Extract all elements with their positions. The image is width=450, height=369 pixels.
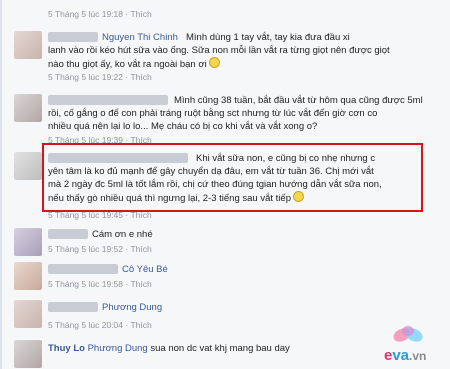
- avatar[interactable]: [14, 31, 42, 59]
- redacted-name: [48, 229, 88, 239]
- like-link[interactable]: Thích: [130, 9, 151, 19]
- comment-meta: 5 Tháng 5 lúc 20:04 · Thích: [48, 320, 152, 330]
- comment-body: Mình cũng 38 tuần, bắt đầu vắt từ hôm qu…: [48, 95, 423, 132]
- comment-date[interactable]: 5 Tháng 5 lúc 19:45: [48, 210, 123, 220]
- comment-date[interactable]: 5 Tháng 5 lúc 19:18: [48, 9, 123, 19]
- comment-meta: 5 Tháng 5 lúc 19:22 · Thích: [48, 72, 152, 82]
- eva-logo-text: eva.vn: [384, 347, 426, 364]
- like-link[interactable]: Thích: [130, 244, 151, 254]
- commenter-name[interactable]: Thuy Lo: [48, 343, 85, 354]
- comment-meta: 5 Tháng 5 lúc 19:52 · Thích: [48, 244, 152, 254]
- comment-date[interactable]: 5 Tháng 5 lúc 19:52: [48, 244, 123, 254]
- avatar[interactable]: [14, 300, 42, 328]
- avatar[interactable]: [14, 94, 42, 122]
- eva-flower-icon: [393, 326, 423, 342]
- commenter-name[interactable]: Phương Dung: [102, 302, 162, 313]
- comment-thread: 5 Tháng 5 lúc 19:18 · Thích Nguyen Thi C…: [0, 0, 450, 369]
- avatar[interactable]: [14, 340, 42, 368]
- avatar[interactable]: [14, 262, 42, 290]
- like-link[interactable]: Thích: [130, 279, 151, 289]
- avatar[interactable]: [14, 228, 42, 256]
- comment-date[interactable]: 5 Tháng 5 lúc 20:04: [48, 320, 123, 330]
- comment-body: Cám ơn e nhé: [92, 229, 153, 240]
- smiley-icon: [208, 57, 220, 68]
- comment-date[interactable]: 5 Tháng 5 lúc 19:58: [48, 279, 123, 289]
- comment-meta: 5 Tháng 5 lúc 19:18 · Thích: [48, 9, 152, 19]
- redacted-name: [48, 302, 98, 312]
- like-link[interactable]: Thích: [130, 72, 151, 82]
- like-link[interactable]: Thích: [130, 210, 151, 220]
- comment-date[interactable]: 5 Tháng 5 lúc 19:22: [48, 72, 123, 82]
- thread-divider: [0, 0, 2, 369]
- like-link[interactable]: Thích: [130, 320, 151, 330]
- avatar[interactable]: [14, 152, 42, 180]
- comment-body: Thuy Lo Phương Dung sua non dc vat khj m…: [48, 343, 290, 354]
- eva-logo: eva.vn: [384, 326, 426, 364]
- tagged-user[interactable]: Phương Dung: [88, 343, 148, 354]
- highlight-box: [42, 143, 423, 212]
- comment-meta: 5 Tháng 5 lúc 19:58 · Thích: [48, 279, 152, 289]
- redacted-name: [48, 264, 118, 274]
- comment-body: Mình dùng 1 tay vắt, tay kia đưa đầu xi …: [48, 32, 390, 70]
- comment-meta: 5 Tháng 5 lúc 19:45 · Thích: [48, 210, 152, 220]
- commenter-name[interactable]: Cô Yêu Bé: [122, 264, 168, 275]
